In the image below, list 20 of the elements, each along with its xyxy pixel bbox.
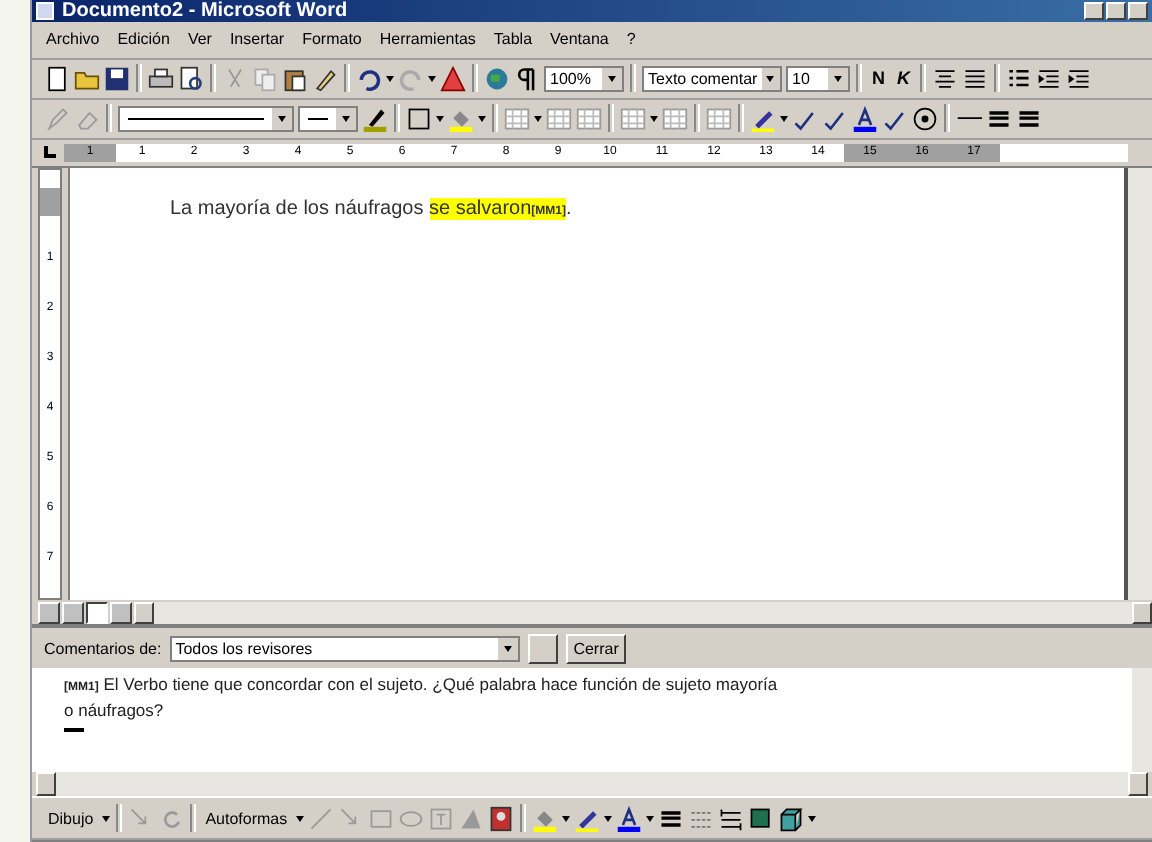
window-title: Documento2 - Microsoft Word: [62, 0, 350, 22]
menu-item[interactable]: Formato: [302, 30, 362, 49]
zoom-dropdown[interactable]: 100%: [544, 65, 624, 92]
draw-menu[interactable]: Dibujo: [44, 809, 98, 828]
menu-item[interactable]: Edición: [117, 30, 170, 49]
style-dropdown[interactable]: Texto comentar: [642, 65, 782, 92]
menu-item[interactable]: Insertar: [229, 30, 285, 49]
menu-item[interactable]: Tabla: [493, 30, 533, 49]
close-button[interactable]: Cerrar: [565, 633, 627, 664]
autoshapes-menu[interactable]: Autoformas: [201, 809, 292, 828]
menu-item[interactable]: Archivo: [46, 30, 100, 49]
italic-button[interactable]: K: [893, 68, 914, 89]
menu-item[interactable]: Ventana: [550, 30, 609, 49]
comments-label: Comentarios de:: [44, 639, 162, 658]
menu-item[interactable]: Ver: [187, 30, 212, 49]
menu-item[interactable]: Herramientas: [379, 30, 476, 49]
reviewers-dropdown[interactable]: Todos los revisores: [169, 635, 520, 662]
menu-item[interactable]: ?: [626, 30, 636, 49]
font-size-dropdown[interactable]: 10: [786, 65, 850, 92]
bold-button[interactable]: N: [868, 68, 889, 89]
